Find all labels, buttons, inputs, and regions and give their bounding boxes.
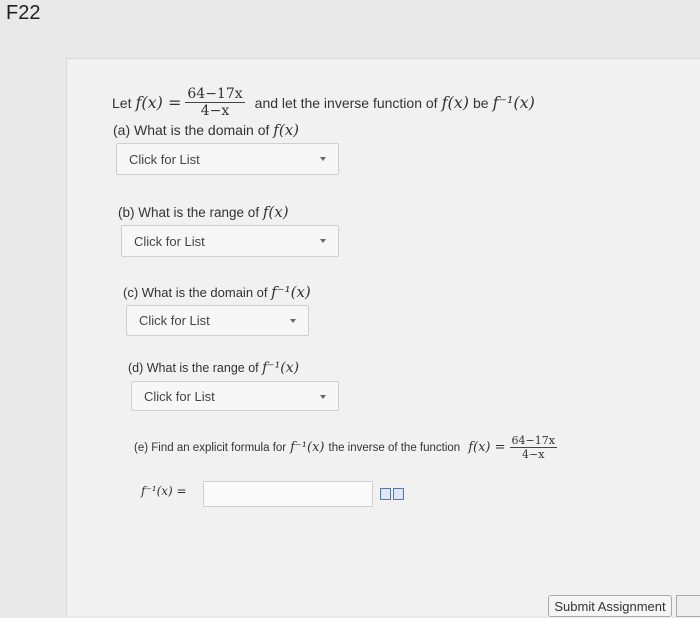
part-a-question: (a) What is the domain of f(x) — [113, 121, 299, 139]
chevron-down-icon — [320, 395, 326, 399]
fraction-denominator: 4−x — [200, 103, 230, 119]
part-a-math: f(x) — [273, 121, 300, 139]
function-name: f(x) = — [135, 93, 182, 112]
part-d-question: (d) What is the range of f⁻¹(x) — [128, 360, 299, 376]
part-e-math2: f(x) = — [468, 440, 506, 455]
part-e-math1: f⁻¹(x) — [290, 440, 325, 455]
equation-editor-icon[interactable] — [380, 488, 391, 500]
part-b-question: (b) What is the range of f(x) — [118, 203, 289, 221]
part-c-math: f⁻¹(x) — [271, 283, 311, 301]
chevron-down-icon — [320, 157, 326, 161]
part-d-math: f⁻¹(x) — [262, 360, 300, 376]
part-a-select-value: Click for List — [129, 151, 200, 167]
submit-assignment-button[interactable]: Submit Assignment — [548, 595, 672, 617]
part-c-question: (c) What is the domain of f⁻¹(x) — [123, 283, 311, 301]
part-b-text: (b) What is the range of — [118, 205, 260, 220]
part-b-select[interactable]: Click for List — [121, 225, 339, 257]
part-e-text-rest: the inverse of the function — [328, 441, 461, 454]
preview-icon[interactable] — [393, 488, 404, 500]
page-header-label: F22 — [6, 2, 41, 24]
part-e-text: (e) Find an explicit formula for — [134, 441, 287, 454]
part-d-select[interactable]: Click for List — [131, 381, 339, 411]
part-b-select-value: Click for List — [134, 233, 205, 249]
part-e-denominator: 4−x — [522, 448, 545, 461]
part-d-text: (d) What is the range of — [128, 361, 259, 375]
answer-label: f⁻¹(x) = — [141, 484, 187, 498]
part-e-fraction: 64−17x 4−x — [509, 434, 557, 461]
intro-rest: and let the inverse function of — [254, 94, 438, 111]
fx-math: f(x) — [441, 93, 469, 112]
question-panel — [66, 58, 700, 616]
problem-statement: Let f(x) = 64−17x 4−x and let the invers… — [112, 86, 535, 119]
intro-be: be — [473, 94, 489, 111]
part-a-text: (a) What is the domain of — [113, 122, 270, 138]
part-a-select[interactable]: Click for List — [116, 143, 339, 175]
part-e-numerator: 64−17x — [509, 434, 557, 448]
part-c-text: (c) What is the domain of — [123, 285, 268, 300]
part-d-select-value: Click for List — [144, 388, 215, 404]
finv-math: f⁻¹(x) — [492, 93, 535, 112]
chevron-down-icon — [320, 239, 326, 243]
part-b-math: f(x) — [262, 203, 289, 221]
function-fraction: 64−17x 4−x — [185, 86, 245, 119]
chevron-down-icon — [290, 319, 296, 323]
part-c-select-value: Click for List — [139, 313, 210, 328]
part-e-question: (e) Find an explicit formula for f⁻¹(x) … — [134, 434, 557, 461]
fraction-numerator: 64−17x — [185, 86, 245, 103]
inverse-formula-input[interactable] — [203, 481, 373, 507]
intro-let: Let — [112, 94, 132, 111]
next-button[interactable] — [676, 595, 700, 617]
part-c-select[interactable]: Click for List — [126, 305, 309, 336]
